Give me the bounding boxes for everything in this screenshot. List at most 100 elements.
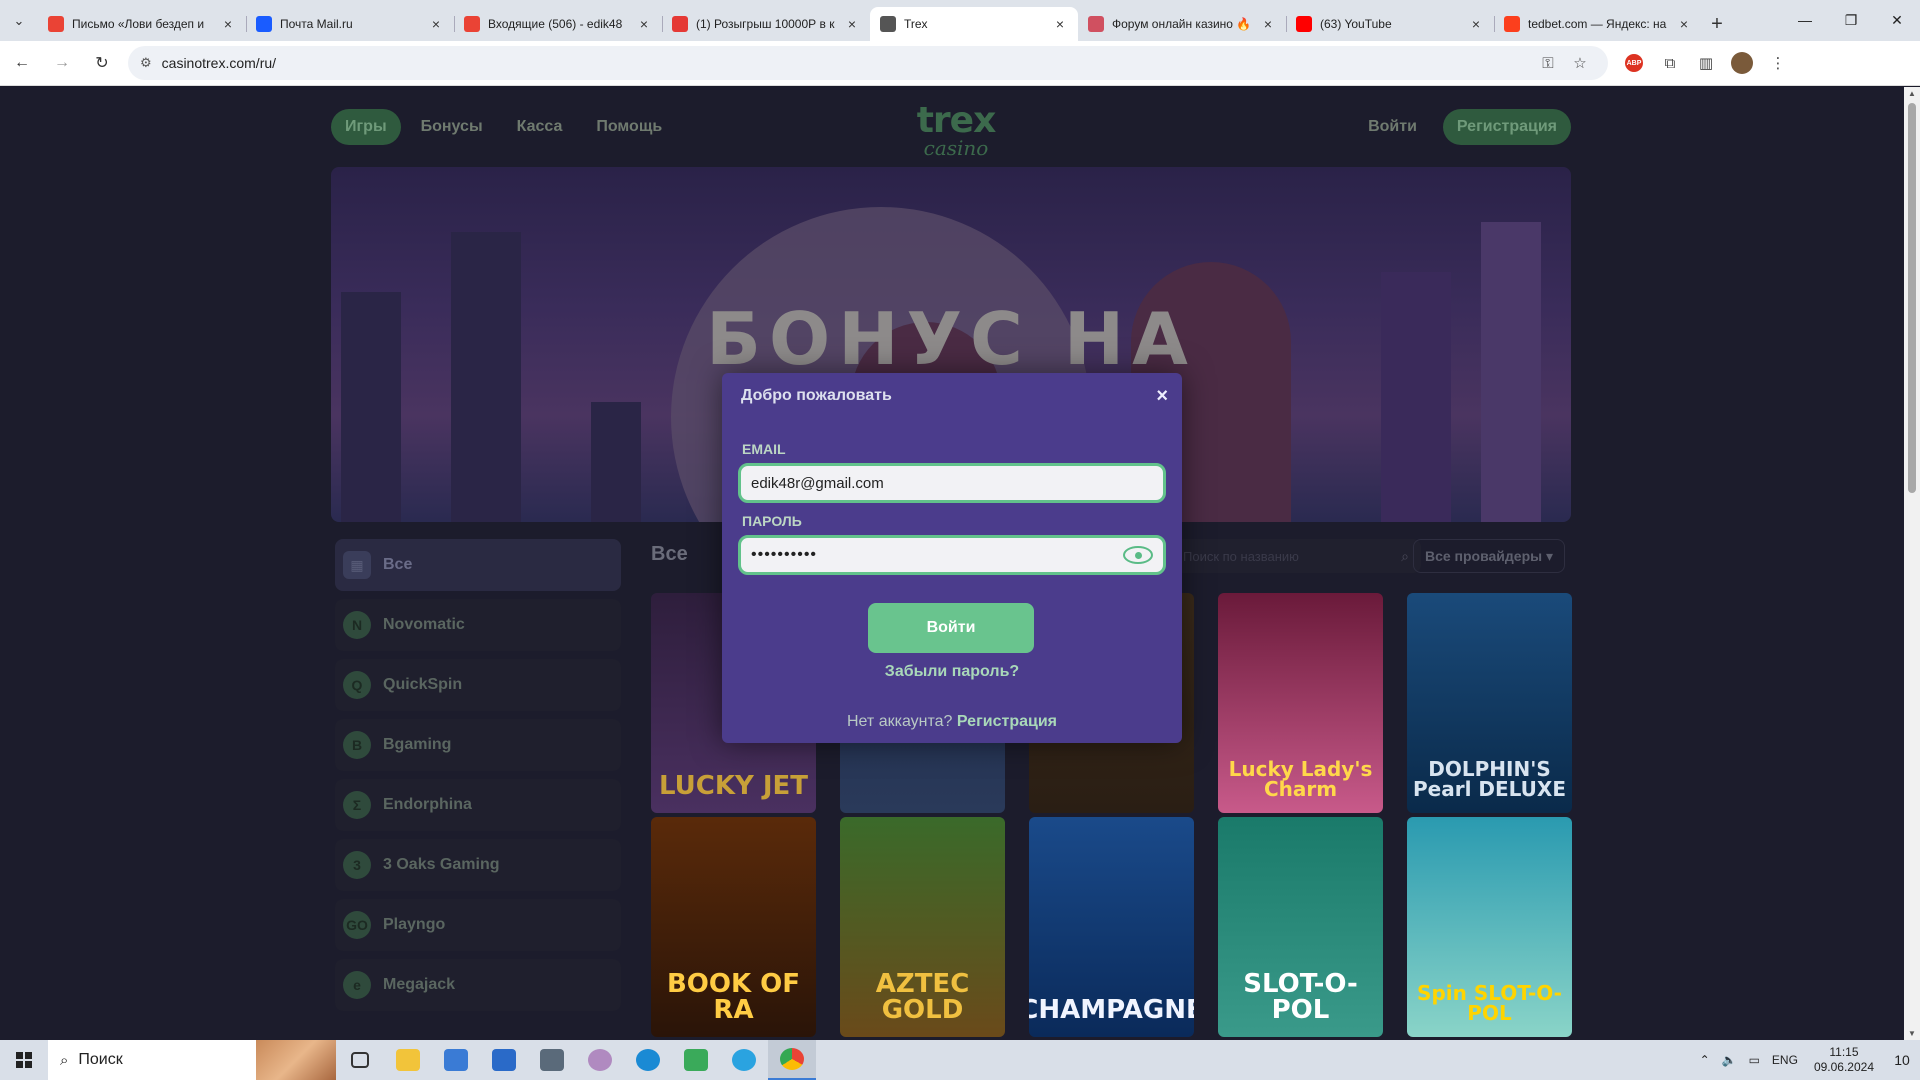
close-tab-icon[interactable]: × <box>1052 16 1068 32</box>
restore-button[interactable]: ❐ <box>1828 0 1874 40</box>
file-explorer-icon[interactable] <box>384 1040 432 1080</box>
gmail-icon <box>464 16 480 32</box>
clock-time: 11:15 <box>1829 1045 1859 1059</box>
forum-icon <box>672 16 688 32</box>
side-panel-icon[interactable]: ▥ <box>1688 45 1724 81</box>
password-value: •••••••••• <box>751 546 818 563</box>
show-password-eye-icon[interactable] <box>1123 546 1153 564</box>
password-field[interactable]: •••••••••• <box>738 535 1166 575</box>
close-tab-icon[interactable]: × <box>1260 16 1276 32</box>
chrome-icon[interactable] <box>768 1040 816 1080</box>
yandex-icon <box>1504 16 1520 32</box>
close-window-button[interactable]: ✕ <box>1874 0 1920 40</box>
modal-title: Добро пожаловать <box>741 387 892 404</box>
no-account-label: Нет аккаунта? <box>847 713 953 730</box>
edge-icon[interactable] <box>624 1040 672 1080</box>
close-tab-icon[interactable]: × <box>844 16 860 32</box>
volume-icon[interactable]: 🔈 <box>1722 1053 1737 1067</box>
close-tab-icon[interactable]: × <box>1676 16 1692 32</box>
forward-button[interactable]: → <box>44 45 80 81</box>
mail-icon[interactable] <box>480 1040 528 1080</box>
extensions-puzzle-icon[interactable]: ⧉ <box>1652 45 1688 81</box>
taskbar-search-label: Поиск <box>78 1051 123 1068</box>
browser-tab[interactable]: Форум онлайн казино 🔥 × <box>1078 7 1286 41</box>
windows-taskbar: ⌕ Поиск ⌃ 🔈 ▭ ENG 11:15 09.06.2024 10 <box>0 1040 1920 1080</box>
tab-title: Входящие (506) - edik48 <box>488 17 623 31</box>
browser-tab[interactable]: Trex × <box>870 7 1078 41</box>
modal-register-link[interactable]: Регистрация <box>957 713 1057 730</box>
email-field[interactable]: edik48r@gmail.com <box>738 463 1166 503</box>
search-highlight-image <box>256 1040 336 1080</box>
gmail-icon <box>48 16 64 32</box>
adblock-plus-icon[interactable]: ABP <box>1625 54 1643 72</box>
network-icon[interactable]: ▭ <box>1749 1053 1760 1067</box>
system-tray: ⌃ 🔈 ▭ ENG 11:15 09.06.2024 10 <box>1694 1040 1920 1080</box>
browser-tab[interactable]: Письмо «Лови бездеп и × <box>38 7 246 41</box>
url-text: casinotrex.com/ru/ <box>161 55 277 71</box>
tab-title: Trex <box>904 17 928 31</box>
email-label: EMAIL <box>742 441 786 457</box>
site-info-icon[interactable]: ⚙ <box>140 55 152 71</box>
password-key-icon[interactable]: ⚿ <box>1532 55 1564 72</box>
tab-title: (1) Розыгрыш 10000Р в к <box>696 17 835 31</box>
notification-count: 10 <box>1894 1052 1910 1068</box>
tab-title: (63) YouTube <box>1320 17 1392 31</box>
window-controls: — ❐ ✕ <box>1782 0 1920 40</box>
scrollbar-thumb[interactable] <box>1908 103 1916 493</box>
browser-tab[interactable]: tedbet.com — Яндекс: на × <box>1494 7 1702 41</box>
close-tab-icon[interactable]: × <box>428 16 444 32</box>
ms-store-icon[interactable] <box>432 1040 480 1080</box>
tab-title: Почта Mail.ru <box>280 17 353 31</box>
page-scrollbar[interactable]: ▲ ▼ <box>1904 87 1920 1040</box>
browser-tab[interactable]: Почта Mail.ru × <box>246 7 454 41</box>
mail-ru-icon <box>256 16 272 32</box>
browser-toolbar: ← → ↻ ⚙ casinotrex.com/ru/ ⚿ ☆ ABP ⧉ ▥ ⋮ <box>0 41 1920 86</box>
notifications-button[interactable]: 10 <box>1884 1040 1920 1080</box>
browser-menu-icon[interactable]: ⋮ <box>1760 45 1796 81</box>
tray-chevron-icon[interactable]: ⌃ <box>1700 1053 1710 1067</box>
back-button[interactable]: ← <box>4 45 40 81</box>
task-app-icon[interactable] <box>672 1040 720 1080</box>
tab-title: Письмо «Лови бездеп и <box>72 17 205 31</box>
casino-page: Игры Бонусы Касса Помощь trex casino Вой… <box>0 87 1904 1040</box>
youtube-icon <box>1296 16 1312 32</box>
login-submit-button[interactable]: Войти <box>868 603 1034 653</box>
no-account-text: Нет аккаунта? Регистрация <box>722 713 1182 731</box>
start-button[interactable] <box>0 1040 48 1080</box>
clock-date: 09.06.2024 <box>1813 1060 1874 1074</box>
profile-avatar[interactable] <box>1731 52 1753 74</box>
minimize-button[interactable]: — <box>1782 0 1828 40</box>
browser-tabbar: ⌄ Письмо «Лови бездеп и × Почта Mail.ru × Вх… <box>0 0 1920 41</box>
browser-tab[interactable]: (1) Розыгрыш 10000Р в к × <box>662 7 870 41</box>
new-tab-button[interactable]: + <box>1702 7 1732 41</box>
tab-search-dropdown[interactable]: ⌄ <box>0 0 38 41</box>
game-app-icon[interactable] <box>576 1040 624 1080</box>
login-modal: Добро пожаловать × EMAIL edik48r@gmail.c… <box>722 373 1182 743</box>
email-value: edik48r@gmail.com <box>751 474 884 492</box>
tab-title: tedbet.com — Яндекс: на <box>1528 17 1667 31</box>
forgot-password-link[interactable]: Забыли пароль? <box>722 663 1182 681</box>
password-label: ПАРОЛЬ <box>742 513 802 529</box>
forum-icon <box>1088 16 1104 32</box>
scroll-up-arrow-icon[interactable]: ▲ <box>1904 89 1920 98</box>
windows-logo-icon <box>16 1052 32 1068</box>
globe-icon <box>880 16 896 32</box>
taskbar-search[interactable]: ⌕ Поиск <box>48 1040 336 1080</box>
browser-tab[interactable]: Входящие (506) - edik48 × <box>454 7 662 41</box>
search-icon: ⌕ <box>60 1051 69 1069</box>
reload-button[interactable]: ↻ <box>84 45 120 81</box>
task-view-icon[interactable] <box>336 1040 384 1080</box>
calculator-icon[interactable] <box>528 1040 576 1080</box>
browser-tab[interactable]: (63) YouTube × <box>1286 7 1494 41</box>
tab-title: Форум онлайн казино 🔥 <box>1112 17 1252 31</box>
language-indicator[interactable]: ENG <box>1772 1053 1798 1067</box>
close-tab-icon[interactable]: × <box>220 16 236 32</box>
scroll-down-arrow-icon[interactable]: ▼ <box>1904 1029 1920 1038</box>
bookmark-star-icon[interactable]: ☆ <box>1564 54 1596 72</box>
close-tab-icon[interactable]: × <box>636 16 652 32</box>
clock[interactable]: 11:15 09.06.2024 <box>1814 1045 1874 1075</box>
telegram-icon[interactable] <box>720 1040 768 1080</box>
close-tab-icon[interactable]: × <box>1468 16 1484 32</box>
modal-close-button[interactable]: × <box>1156 385 1168 408</box>
address-bar[interactable]: ⚙ casinotrex.com/ru/ ⚿ ☆ <box>128 46 1608 80</box>
